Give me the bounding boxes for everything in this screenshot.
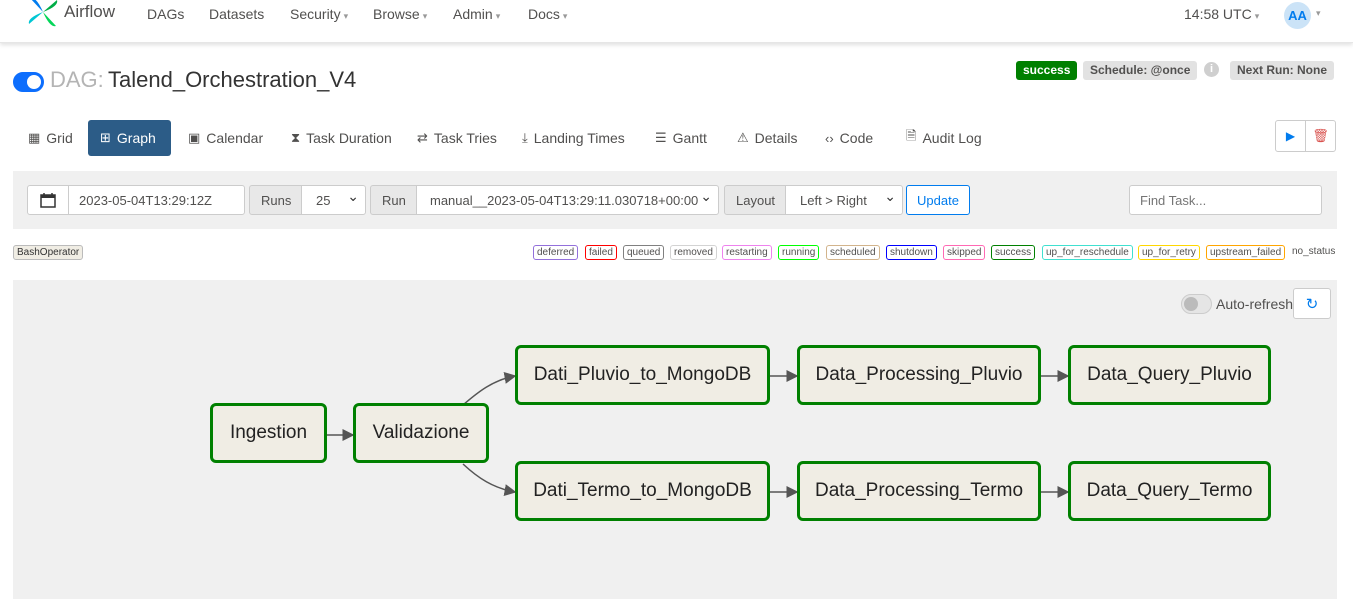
base-date-input[interactable]: 2023-05-04T13:29:12Z bbox=[68, 185, 245, 215]
delete-dag-button[interactable]: 🗑 bbox=[1305, 120, 1336, 152]
calendar-icon bbox=[40, 193, 56, 208]
filter-bar: 2023-05-04T13:29:12Z Runs 25 Run manual_… bbox=[13, 171, 1337, 229]
caret-down-icon: ▾ bbox=[343, 11, 349, 21]
nav-datasets[interactable]: Datasets bbox=[209, 6, 264, 22]
landing-icon: ⤓ bbox=[522, 130, 528, 145]
state-restarting[interactable]: restarting bbox=[722, 245, 772, 260]
tab-grid[interactable]: ▦ Grid bbox=[16, 120, 85, 156]
state-upstream-failed[interactable]: upstream_failed bbox=[1206, 245, 1286, 260]
task-node-ingestion[interactable]: Ingestion bbox=[210, 403, 327, 463]
dag-prefix: DAG: bbox=[50, 67, 104, 92]
state-queued[interactable]: queued bbox=[623, 245, 665, 260]
state-success[interactable]: success bbox=[991, 245, 1036, 260]
user-avatar[interactable]: AA bbox=[1284, 2, 1311, 29]
hourglass-icon: ⧗ bbox=[291, 130, 301, 145]
tab-task-tries[interactable]: ⇄ Task Tries bbox=[405, 120, 509, 156]
state-deferred[interactable]: deferred bbox=[533, 245, 579, 260]
tab-details[interactable]: ⚠ Details bbox=[725, 120, 809, 156]
caret-down-icon: ▾ bbox=[495, 11, 501, 21]
task-node-data-processing-pluvio[interactable]: Data_Processing_Pluvio bbox=[797, 345, 1041, 405]
airflow-logo[interactable]: Airflow bbox=[26, 0, 115, 32]
nav-docs[interactable]: Docs ▾ bbox=[528, 6, 567, 22]
state-up-for-retry[interactable]: up_for_retry bbox=[1138, 245, 1200, 260]
caret-down-icon: ▾ bbox=[1254, 11, 1260, 21]
search-doc-icon: 🗎 bbox=[906, 128, 917, 143]
task-node-validazione[interactable]: Validazione bbox=[353, 403, 489, 463]
retry-icon: ⇄ bbox=[417, 130, 428, 145]
caret-down-icon: ▾ bbox=[562, 11, 568, 21]
find-task-input[interactable] bbox=[1129, 185, 1322, 215]
state-skipped[interactable]: skipped bbox=[943, 245, 986, 260]
operator-legend-badge[interactable]: BashOperator bbox=[13, 245, 84, 260]
nav-browse[interactable]: Browse ▾ bbox=[373, 6, 427, 22]
warning-icon: ⚠ bbox=[737, 130, 749, 145]
edge-validazione-termo bbox=[462, 463, 517, 497]
state-no-status[interactable]: no_status bbox=[1292, 246, 1335, 257]
caret-down-icon: ▾ bbox=[422, 11, 428, 21]
caret-down-icon: ▾ bbox=[1316, 8, 1321, 18]
task-node-data-query-termo[interactable]: Data_Query_Termo bbox=[1068, 461, 1271, 521]
gantt-icon: ☰ bbox=[655, 130, 667, 145]
schedule-badge: Schedule: @once bbox=[1083, 61, 1198, 80]
dag-title[interactable]: Talend_Orchestration_V4 bbox=[108, 67, 356, 93]
update-button[interactable]: Update bbox=[906, 185, 970, 215]
layout-label: Layout bbox=[724, 185, 786, 215]
dag-status-badge: success bbox=[1016, 61, 1078, 80]
trigger-dag-button[interactable]: ▶ bbox=[1275, 120, 1306, 152]
play-icon: ▶ bbox=[1285, 129, 1296, 143]
utc-clock[interactable]: 14:58 UTC ▾ bbox=[1184, 6, 1259, 22]
dag-graph-canvas[interactable]: Auto-refresh ↻ Ingestion Validazione Dat… bbox=[13, 280, 1337, 599]
task-node-data-query-pluvio[interactable]: Data_Query_Pluvio bbox=[1068, 345, 1271, 405]
run-label: Run bbox=[370, 185, 417, 215]
date-picker-button[interactable] bbox=[27, 185, 69, 215]
code-icon: ‹› bbox=[825, 130, 834, 146]
state-running[interactable]: running bbox=[778, 245, 820, 260]
pinwheel-icon bbox=[28, 0, 58, 27]
edge-validazione-pluvio bbox=[462, 371, 517, 406]
tab-landing-times[interactable]: ⤓ Landing Times bbox=[510, 120, 637, 156]
tab-code[interactable]: ‹› Code bbox=[813, 120, 885, 156]
task-node-data-processing-termo[interactable]: Data_Processing_Termo bbox=[797, 461, 1041, 521]
state-scheduled[interactable]: scheduled bbox=[826, 245, 880, 260]
tab-task-duration[interactable]: ⧗ Task Duration bbox=[279, 120, 404, 156]
runs-label: Runs bbox=[249, 185, 302, 215]
task-node-dati-termo[interactable]: Dati_Termo_to_MongoDB bbox=[515, 461, 770, 521]
run-select[interactable]: manual__2023-05-04T13:29:11.030718+00:00 bbox=[416, 185, 719, 215]
tab-gantt[interactable]: ☰ Gantt bbox=[643, 120, 719, 156]
state-shutdown[interactable]: shutdown bbox=[886, 245, 937, 260]
nav-admin[interactable]: Admin ▾ bbox=[453, 6, 500, 22]
layout-select[interactable]: Left > Right bbox=[785, 185, 903, 215]
state-removed[interactable]: removed bbox=[670, 245, 717, 260]
nav-security[interactable]: Security ▾ bbox=[290, 6, 348, 22]
tab-audit-log[interactable]: 🗎 Audit Log bbox=[894, 120, 994, 156]
trash-icon: 🗑 bbox=[1312, 128, 1329, 143]
next-run-badge: Next Run: None bbox=[1230, 61, 1334, 80]
brand-name: Airflow bbox=[64, 2, 116, 21]
state-failed[interactable]: failed bbox=[585, 245, 617, 260]
top-navbar: Airflow DAGs Datasets Security ▾ Browse ▾ … bbox=[0, 0, 1353, 43]
dag-pause-toggle[interactable] bbox=[13, 72, 44, 92]
tab-graph[interactable]: ⊞ Graph bbox=[88, 120, 171, 156]
calendar-icon: ▣ bbox=[188, 130, 201, 145]
nav-dags[interactable]: DAGs bbox=[147, 6, 184, 22]
grid-icon: ▦ bbox=[28, 130, 41, 145]
tab-calendar[interactable]: ▣ Calendar bbox=[176, 120, 275, 156]
info-icon[interactable]: i bbox=[1204, 62, 1219, 77]
task-node-dati-pluvio[interactable]: Dati_Pluvio_to_MongoDB bbox=[515, 345, 770, 405]
graph-icon: ⊞ bbox=[100, 130, 111, 145]
state-up-for-reschedule[interactable]: up_for_reschedule bbox=[1042, 245, 1133, 260]
runs-select[interactable]: 25 bbox=[301, 185, 366, 215]
